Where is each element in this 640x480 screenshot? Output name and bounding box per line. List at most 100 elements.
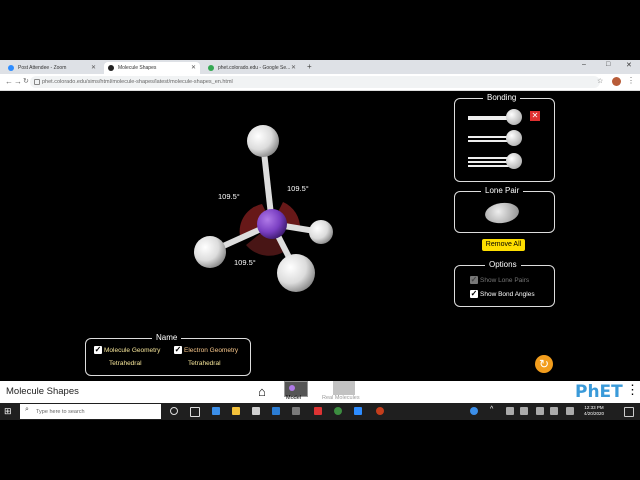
cortana-icon[interactable]: [170, 407, 178, 415]
file-explorer-icon[interactable]: [232, 407, 240, 415]
bonded-atom[interactable]: [247, 125, 279, 157]
phet-logo[interactable]: PhET: [575, 382, 623, 402]
maximize-icon[interactable]: □: [606, 61, 610, 68]
sim-area: 109.5° 109.5° 109.5° Bonding ✕ Lone Pair…: [0, 91, 640, 381]
tray-icon[interactable]: [506, 407, 514, 415]
zoom-icon: [8, 65, 14, 71]
new-tab-button[interactable]: +: [307, 62, 312, 71]
tray-expand-icon[interactable]: ^: [490, 406, 493, 413]
real-molecules-screen-button[interactable]: [333, 381, 355, 395]
avatar[interactable]: [612, 77, 621, 86]
app-icon[interactable]: [292, 407, 300, 415]
home-icon[interactable]: ⌂: [258, 384, 266, 399]
menu-icon[interactable]: ⋮: [627, 76, 635, 85]
close-icon[interactable]: ✕: [191, 64, 196, 71]
battery-icon[interactable]: [536, 407, 544, 415]
url-text: phet.colorado.edu/sims/html/molecule-sha…: [42, 79, 233, 85]
bonded-atom[interactable]: [277, 254, 315, 292]
model-screen-icon: [289, 385, 295, 391]
wifi-icon[interactable]: [550, 407, 558, 415]
remove-all-button[interactable]: Remove All: [482, 239, 525, 251]
tab-zoom[interactable]: Post Attendee - Zoom ✕: [4, 62, 100, 74]
star-icon[interactable]: ☆: [597, 77, 603, 85]
taskbar: ⊞ ⌕ Type here to search ^ 12:33 PM 4/20/…: [0, 403, 640, 420]
name-panel: Name ✓ Molecule Geometry ✓ Electron Geom…: [85, 333, 251, 376]
bonded-atom[interactable]: [194, 236, 226, 268]
volume-icon[interactable]: [566, 407, 574, 415]
clock-date: 4/20/2020: [584, 411, 605, 416]
address-bar[interactable]: phet.colorado.edu/sims/html/molecule-sha…: [30, 76, 600, 88]
model-tab-label: Model: [286, 395, 301, 401]
molecule-geometry-option[interactable]: ✓ Molecule Geometry: [94, 346, 160, 354]
electron-geometry-checkbox[interactable]: ✓: [174, 346, 182, 354]
lone-pair-panel: Lone Pair: [454, 186, 555, 233]
triple-bond-atom-icon[interactable]: [506, 153, 522, 169]
double-bond-atom-icon[interactable]: [506, 130, 522, 146]
taskbar-search-input[interactable]: ⌕ Type here to search: [20, 404, 161, 419]
remove-bond-button[interactable]: ✕: [530, 111, 540, 121]
phet-menu-icon[interactable]: ⋮: [626, 382, 639, 398]
molecule-geometry-label: Molecule Geometry: [104, 346, 161, 354]
notifications-icon[interactable]: [624, 407, 634, 417]
tab-google-search[interactable]: phet.colorado.edu - Google Se... ✕: [204, 62, 300, 74]
show-bond-angles-label: Show Bond Angles: [480, 290, 535, 298]
show-bond-angles-option[interactable]: ✓ Show Bond Angles: [470, 290, 535, 298]
close-icon[interactable]: ✕: [91, 64, 96, 71]
name-title: Name: [152, 333, 182, 342]
mail-icon[interactable]: [272, 407, 280, 415]
google-icon: [208, 65, 214, 71]
tray-app-icon[interactable]: [470, 407, 478, 415]
lock-icon: [34, 79, 40, 85]
show-bond-angles-checkbox[interactable]: ✓: [470, 290, 478, 298]
electron-geometry-value: Tetrahedral: [188, 360, 221, 367]
sim-title: Molecule Shapes: [6, 386, 79, 397]
single-bond-atom-icon[interactable]: [506, 109, 522, 125]
options-title: Options: [485, 260, 521, 269]
show-lone-pairs-label: Show Lone Pairs: [480, 276, 530, 284]
windows-start-icon[interactable]: ⊞: [4, 406, 12, 417]
electron-geometry-label: Electron Geometry: [184, 346, 239, 354]
lone-pair-button[interactable]: [483, 200, 521, 226]
close-icon[interactable]: ✕: [291, 64, 296, 71]
phet-favicon-icon: [108, 65, 114, 71]
show-lone-pairs-option[interactable]: ✓ Show Lone Pairs: [470, 276, 529, 284]
tab-molecule-shapes[interactable]: Molecule Shapes ✕: [104, 62, 200, 74]
tray-icon[interactable]: [520, 407, 528, 415]
options-panel: Options ✓ Show Lone Pairs ✓ Show Bond An…: [454, 260, 555, 307]
acrobat-icon[interactable]: [314, 407, 322, 415]
tab-label: Post Attendee - Zoom: [18, 65, 67, 71]
reset-all-button[interactable]: ↻: [535, 355, 553, 373]
central-atom[interactable]: [257, 209, 287, 239]
phet-nav-bar: Molecule Shapes ⌂ Model Real Molecules P…: [0, 381, 640, 403]
bond-angle-label: 109.5°: [218, 192, 240, 201]
electron-geometry-option[interactable]: ✓ Electron Geometry: [174, 346, 238, 354]
browser-tab-strip: Post Attendee - Zoom ✕ Molecule Shapes ✕…: [0, 60, 640, 74]
bond-angle-label: 109.5°: [234, 258, 256, 267]
search-icon: ⌕: [25, 406, 29, 413]
bonding-panel: Bonding ✕: [454, 93, 555, 182]
minimize-icon[interactable]: –: [582, 61, 586, 68]
real-molecules-tab-label: Real Molecules: [322, 395, 360, 401]
taskbar-clock[interactable]: 12:33 PM 4/20/2020: [584, 405, 604, 417]
reload-icon[interactable]: ↻: [23, 77, 29, 85]
bonded-atom[interactable]: [309, 220, 333, 244]
tab-label: Molecule Shapes: [118, 65, 157, 71]
store-icon[interactable]: [252, 407, 260, 415]
bonding-title: Bonding: [483, 93, 521, 102]
forward-icon[interactable]: →: [14, 77, 22, 86]
close-window-icon[interactable]: ✕: [626, 61, 632, 69]
edge-icon[interactable]: [212, 407, 220, 415]
chrome-icon[interactable]: [334, 407, 342, 415]
bond-angle-label: 109.5°: [287, 184, 309, 193]
search-placeholder: Type here to search: [36, 408, 85, 415]
show-lone-pairs-checkbox[interactable]: ✓: [470, 276, 478, 284]
back-icon[interactable]: ←: [5, 77, 13, 86]
lone-pair-title: Lone Pair: [481, 186, 524, 195]
zoom-taskbar-icon[interactable]: [354, 407, 362, 415]
molecule-geometry-checkbox[interactable]: ✓: [94, 346, 102, 354]
powerpoint-icon[interactable]: [376, 407, 384, 415]
molecule-geometry-value: Tetrahedral: [109, 360, 142, 367]
browser-toolbar: ← → ↻ phet.colorado.edu/sims/html/molecu…: [0, 74, 640, 91]
task-view-icon[interactable]: [190, 407, 200, 417]
tab-label: phet.colorado.edu - Google Se...: [218, 65, 291, 71]
